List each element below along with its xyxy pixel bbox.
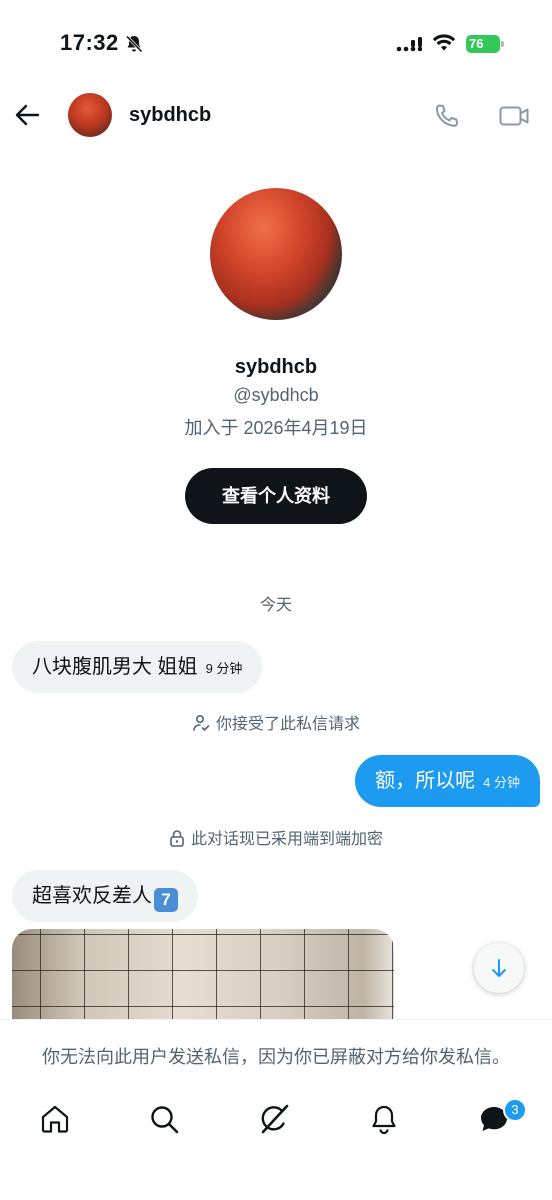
view-profile-button[interactable]: 查看个人资料 (185, 468, 367, 524)
message-text: 额，所以呢 (375, 770, 476, 792)
profile-name: sybdhcb (234, 356, 318, 378)
lock-icon (170, 830, 184, 847)
search-icon[interactable] (148, 1103, 180, 1135)
header-username[interactable]: sybdhcb (129, 104, 211, 127)
scroll-to-bottom-button[interactable] (474, 943, 524, 993)
message-time: 9 分钟 (205, 661, 243, 676)
keycap-seven-emoji: 7 (154, 888, 178, 912)
grok-icon[interactable] (258, 1103, 290, 1135)
message-image[interactable] (12, 929, 394, 1019)
messages-badge: 3 (503, 1098, 527, 1122)
phone-call-icon[interactable] (432, 101, 462, 131)
wifi-icon (432, 34, 456, 51)
header-avatar[interactable] (68, 93, 112, 137)
message-text: 八块腹肌男大 姐姐 (32, 656, 198, 678)
system-message-text: 你接受了此私信请求 (215, 716, 360, 733)
profile-handle: @sybdhcb (233, 385, 319, 405)
back-arrow-icon[interactable] (12, 100, 42, 130)
battery-level: 76 (466, 35, 500, 53)
profile-joined-date: 加入于 2026年4月19日 (184, 418, 368, 438)
message-bubble-incoming[interactable]: 超喜欢反差人 7 (12, 870, 198, 922)
divider (0, 1019, 552, 1020)
tiled-wall-pattern (12, 929, 394, 1019)
message-bubble-incoming[interactable]: 八块腹肌男大 姐姐 9 分钟 (12, 641, 263, 693)
profile-avatar[interactable] (210, 188, 342, 320)
date-separator: 今天 (259, 597, 292, 614)
battery-tip (501, 41, 504, 47)
home-icon[interactable] (39, 1103, 71, 1135)
system-message-text: 此对话现已采用端到端加密 (190, 831, 383, 848)
cellular-signal-icon (396, 37, 422, 52)
battery-indicator: 76 (466, 35, 504, 53)
arrow-down-icon (492, 959, 506, 977)
message-bubble-outgoing[interactable]: 额，所以呢 4 分钟 (355, 755, 540, 807)
video-call-icon[interactable] (498, 101, 530, 131)
system-message-accepted: 你接受了此私信请求 (0, 710, 552, 734)
message-text: 超喜欢反差人 (32, 885, 152, 907)
system-message-encrypted: 此对话现已采用端到端加密 (0, 825, 552, 849)
blocked-notice: 你无法向此用户发送私信，因为你已屏蔽对方给你发私信。 (42, 1047, 510, 1067)
bell-muted-icon (125, 35, 143, 53)
status-time: 17:32 (60, 30, 119, 55)
notifications-icon[interactable] (368, 1103, 400, 1135)
message-time: 4 分钟 (483, 775, 520, 790)
person-check-icon (193, 714, 210, 731)
